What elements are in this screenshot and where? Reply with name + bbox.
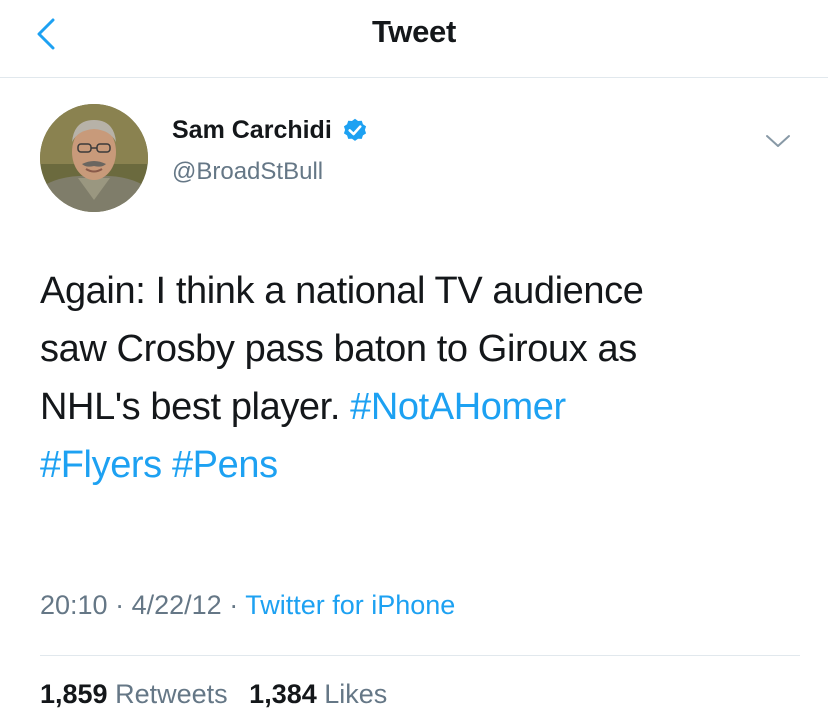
- more-options-button[interactable]: [760, 126, 796, 156]
- avatar[interactable]: [40, 104, 148, 212]
- hashtag-notahomer-link[interactable]: #NotAHomer: [350, 386, 566, 428]
- tweet-text-line-3: NHL's best player. #NotAHomer: [40, 378, 800, 436]
- retweets-label: Retweets: [115, 679, 228, 709]
- likes-count: 1,384: [249, 679, 317, 709]
- meta-separator: ·: [229, 590, 239, 620]
- top-bar: Tweet: [0, 0, 828, 78]
- author-handle[interactable]: @BroadStBull: [172, 158, 323, 186]
- divider: [40, 655, 800, 656]
- verified-badge-icon: [343, 118, 366, 141]
- hashtag-flyers-link[interactable]: #Flyers: [40, 444, 162, 486]
- tweet-date: 4/22/12: [131, 590, 222, 620]
- tweet-time: 20:10: [40, 590, 108, 620]
- author-name[interactable]: Sam Carchidi: [172, 116, 369, 145]
- tweet-text: Again: I think a national TV audience sa…: [40, 262, 800, 494]
- author-name-text: Sam Carchidi: [172, 116, 332, 144]
- tweet-text-line-2: saw Crosby pass baton to Giroux as: [40, 328, 637, 370]
- tweet-text-line-3-prefix: NHL's best player.: [40, 386, 351, 428]
- hashtag-pens-link[interactable]: #Pens: [172, 444, 278, 486]
- retweets-count: 1,859: [40, 679, 108, 709]
- retweets-stat[interactable]: 1,859 Retweets: [40, 679, 228, 709]
- likes-stat[interactable]: 1,384 Likes: [249, 679, 387, 709]
- tweet-text-line-4: #Flyers #Pens: [40, 436, 800, 494]
- meta-separator: ·: [115, 590, 125, 620]
- tweet-text-line-1: Again: I think a national TV audience: [40, 270, 644, 312]
- likes-label: Likes: [324, 679, 388, 709]
- page-title: Tweet: [371, 14, 457, 49]
- chevron-down-icon: [766, 135, 790, 147]
- tweet-stats: 1,859 Retweets 1,384 Likes: [40, 679, 401, 710]
- avatar-image: [40, 104, 148, 212]
- tweet-source-link[interactable]: Twitter for iPhone: [245, 590, 455, 620]
- tweet-meta: 20:10 · 4/22/12 · Twitter for iPhone: [40, 590, 455, 621]
